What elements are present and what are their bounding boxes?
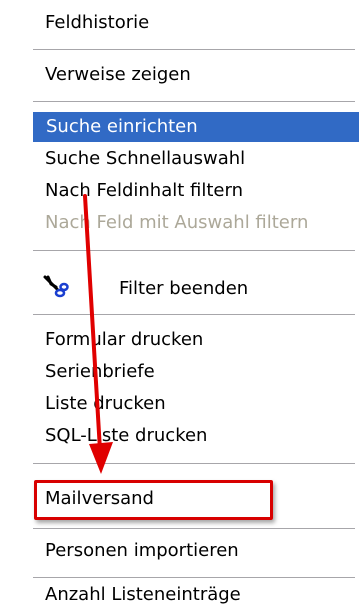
menu-separator: [33, 577, 355, 578]
menu-item-nach-feld-mit-auswahl-filtern: Nach Feld mit Auswahl filtern: [45, 212, 309, 233]
menu-separator: [33, 463, 355, 464]
menu-item-filter-beenden[interactable]: Filter beenden: [119, 274, 248, 304]
menu-item-nach-feldinhalt-filtern[interactable]: Nach Feldinhalt filtern: [32, 176, 358, 206]
menu-item-anzahl-listeneintraege[interactable]: Anzahl Listeneinträge: [32, 580, 358, 610]
menu-separator: [33, 528, 355, 529]
menu-item-serienbriefe[interactable]: Serienbriefe: [32, 357, 358, 387]
annotation-highlight-box: [34, 480, 273, 520]
menu-separator: [33, 250, 355, 251]
menu-separator: [33, 314, 355, 315]
menu-item-sql-liste-drucken[interactable]: SQL-Liste drucken: [32, 421, 358, 451]
menu-item-verweise-zeigen[interactable]: Verweise zeigen: [32, 60, 358, 90]
menu-item-suche-schnellauswahl[interactable]: Suche Schnellauswahl: [32, 144, 358, 174]
annotation-arrow: [83, 194, 113, 474]
menu-item-feldhistorie[interactable]: Feldhistorie: [32, 8, 358, 38]
menu-separator: [33, 49, 355, 50]
menu-separator: [33, 101, 355, 102]
menu-item-suche-einrichten[interactable]: Suche einrichten: [33, 112, 359, 142]
scissors-icon: [43, 275, 69, 298]
menu-item-formular-drucken[interactable]: Formular drucken: [32, 325, 358, 355]
menu-item-personen-importieren[interactable]: Personen importieren: [32, 536, 358, 566]
menu-item-liste-drucken[interactable]: Liste drucken: [32, 389, 358, 419]
